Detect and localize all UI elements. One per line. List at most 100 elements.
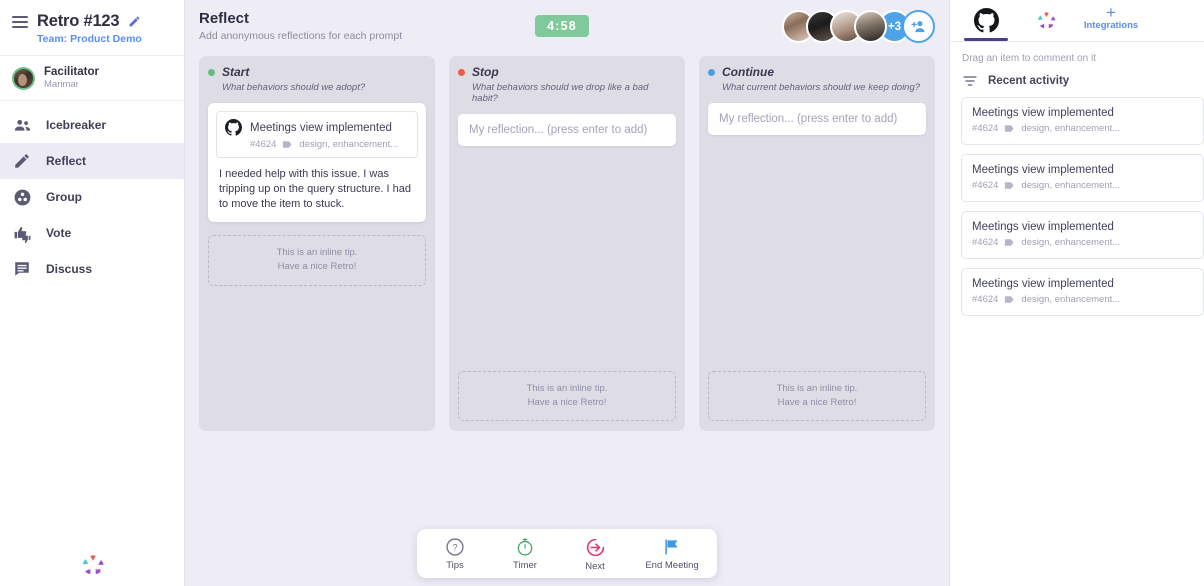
tip-line-1: This is an inline tip. bbox=[276, 247, 358, 259]
main-header: Reflect Add anonymous reflections for ea… bbox=[185, 0, 949, 48]
github-icon bbox=[225, 119, 242, 136]
activity-number: #4624 bbox=[972, 237, 999, 248]
hamburger-menu-icon[interactable] bbox=[12, 15, 28, 28]
facilitator-avatar bbox=[12, 66, 35, 90]
activity-number: #4624 bbox=[972, 180, 999, 191]
sidebar-item-label: Icebreaker bbox=[46, 118, 107, 133]
activity-tags: design, enhancement... bbox=[1021, 237, 1121, 248]
activity-meta: #4624 design, enhancement... bbox=[972, 123, 1193, 134]
sidebar-item-group[interactable]: Group bbox=[0, 179, 184, 215]
reflection-text: I needed help with this issue. I was tri… bbox=[219, 168, 412, 211]
parabol-logo-icon bbox=[82, 555, 103, 574]
recent-activity-header[interactable]: Recent activity bbox=[950, 64, 1204, 95]
sidebar-item-label: Discuss bbox=[46, 262, 93, 277]
tip-line-2: Have a nice Retro! bbox=[527, 396, 607, 408]
timer-badge[interactable]: 4:58 bbox=[535, 15, 589, 37]
column-continue: Continue What current behaviors should w… bbox=[699, 56, 935, 431]
add-integration-button[interactable]: + Integrations bbox=[1076, 0, 1146, 41]
avatar[interactable] bbox=[854, 10, 887, 43]
facilitator-row[interactable]: Facilitator Marimar bbox=[0, 56, 184, 102]
tag-icon bbox=[1005, 182, 1015, 189]
right-panel: + Integrations Drag an item to comment o… bbox=[949, 0, 1204, 586]
timer-area: 4:58 bbox=[342, 10, 782, 37]
reflection-input[interactable]: My reflection... (press enter to add) bbox=[708, 103, 926, 135]
inline-tip: This is an inline tip. Have a nice Retro… bbox=[708, 370, 926, 421]
github-issue-number: #4624 bbox=[250, 139, 277, 150]
filter-icon bbox=[963, 76, 977, 86]
tag-icon bbox=[283, 141, 293, 148]
svg-text:?: ? bbox=[452, 543, 457, 553]
activity-title: Meetings view implemented bbox=[972, 221, 1114, 233]
timer-button[interactable]: Timer bbox=[499, 537, 551, 572]
list-item[interactable]: Meetings view implemented #4624 design, … bbox=[961, 268, 1204, 316]
column-name: Stop bbox=[472, 65, 499, 79]
page-title: Retro #123 bbox=[37, 12, 120, 30]
github-embed-title: Meetings view implemented bbox=[250, 121, 392, 134]
add-participant-button[interactable] bbox=[902, 10, 935, 43]
sidebar-item-label: Vote bbox=[46, 226, 72, 241]
reflection-card[interactable]: Meetings view implemented #4624 design, … bbox=[208, 103, 426, 223]
column-header: Continue bbox=[708, 65, 926, 79]
next-button[interactable]: Next bbox=[569, 537, 621, 572]
team-link[interactable]: Team: Product Demo bbox=[37, 33, 174, 45]
sidebar-item-reflect[interactable]: Reflect bbox=[0, 143, 184, 180]
sidebar-item-vote[interactable]: Vote bbox=[0, 215, 184, 251]
add-person-icon bbox=[911, 21, 925, 33]
main-area: Reflect Add anonymous reflections for ea… bbox=[185, 0, 949, 586]
activity-title: Meetings view implemented bbox=[972, 107, 1114, 119]
reflect-columns: Start What behaviors should we adopt? Me… bbox=[185, 48, 949, 431]
group-circle-icon bbox=[12, 187, 32, 207]
activity-title: Meetings view implemented bbox=[972, 278, 1114, 290]
integrations-label: Integrations bbox=[1083, 19, 1139, 31]
edit-pencil-icon[interactable] bbox=[128, 15, 141, 28]
activity-number: #4624 bbox=[972, 123, 999, 134]
list-item[interactable]: Meetings view implemented #4624 design, … bbox=[961, 154, 1204, 202]
list-item[interactable]: Meetings view implemented #4624 design, … bbox=[961, 211, 1204, 259]
column-header: Stop bbox=[458, 65, 676, 79]
sidebar-item-icebreaker[interactable]: Icebreaker bbox=[0, 107, 184, 143]
arrow-right-circle-icon bbox=[586, 538, 604, 557]
column-prompt: What behaviors should we adopt? bbox=[222, 82, 366, 93]
tab-github[interactable] bbox=[956, 0, 1016, 41]
github-issue-embed: Meetings view implemented #4624 design, … bbox=[216, 111, 418, 158]
activity-list: Meetings view implemented #4624 design, … bbox=[950, 95, 1204, 316]
inline-tip: This is an inline tip. Have a nice Retro… bbox=[208, 235, 426, 286]
column-name: Continue bbox=[722, 65, 774, 79]
tab-parabol[interactable] bbox=[1016, 0, 1076, 41]
stopwatch-icon bbox=[517, 538, 533, 556]
facilitator-role: Facilitator bbox=[44, 66, 99, 78]
column-prompt: What behaviors should we drop like a bad… bbox=[472, 82, 649, 104]
toolbar-label: End Meeting bbox=[645, 560, 699, 571]
recent-activity-label: Recent activity bbox=[988, 75, 1070, 87]
sidebar-item-discuss[interactable]: Discuss bbox=[0, 251, 184, 287]
tip-line-1: This is an inline tip. bbox=[526, 382, 608, 394]
plus-icon: + bbox=[1106, 2, 1116, 22]
column-dot-icon bbox=[708, 68, 715, 76]
activity-tags: design, enhancement... bbox=[1021, 294, 1121, 305]
pencil-icon bbox=[12, 151, 32, 171]
column-header: Start bbox=[208, 65, 426, 79]
tips-button[interactable]: ? Tips bbox=[429, 537, 481, 572]
app-root: Retro #123 Team: Product Demo Facilitato… bbox=[0, 0, 1204, 586]
list-item[interactable]: Meetings view implemented #4624 design, … bbox=[961, 97, 1204, 145]
sidebar-nav: Icebreaker Reflect Group Vote Discuss bbox=[0, 101, 184, 287]
column-dot-icon bbox=[208, 68, 215, 76]
app-logo[interactable] bbox=[0, 550, 185, 580]
sidebar: Retro #123 Team: Product Demo Facilitato… bbox=[0, 0, 185, 586]
flag-icon bbox=[665, 539, 678, 555]
facilitator-text: Facilitator Marimar bbox=[44, 65, 99, 91]
sidebar-item-label: Group bbox=[46, 190, 82, 205]
activity-number: #4624 bbox=[972, 294, 999, 305]
tip-line-2: Have a nice Retro! bbox=[277, 261, 357, 273]
activity-tags: design, enhancement... bbox=[1021, 180, 1121, 191]
activity-meta: #4624 design, enhancement... bbox=[972, 180, 1193, 191]
column-start: Start What behaviors should we adopt? Me… bbox=[199, 56, 435, 431]
tip-line-2: Have a nice Retro! bbox=[777, 396, 857, 408]
toolbar-label: Next bbox=[585, 561, 605, 572]
question-circle-icon: ? bbox=[446, 538, 464, 556]
activity-meta: #4624 design, enhancement... bbox=[972, 237, 1193, 248]
tip-line-1: This is an inline tip. bbox=[776, 382, 858, 394]
tag-icon bbox=[1005, 296, 1015, 303]
reflection-input[interactable]: My reflection... (press enter to add) bbox=[458, 114, 676, 146]
end-meeting-button[interactable]: End Meeting bbox=[639, 537, 705, 572]
